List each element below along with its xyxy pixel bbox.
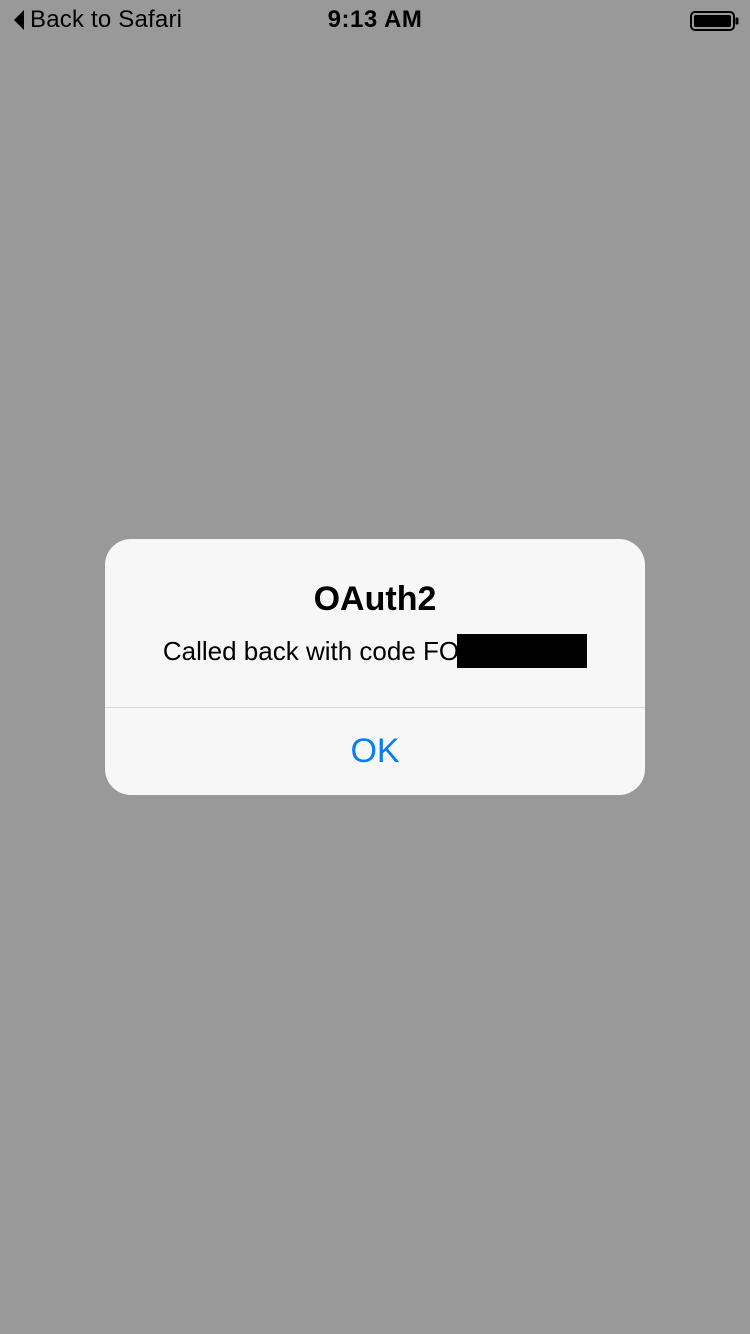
alert-title: OAuth2	[313, 580, 437, 618]
battery-icon	[690, 11, 740, 31]
status-time: 9:13 AM	[327, 6, 423, 33]
alert-message-row: Called back with code FO	[105, 633, 645, 669]
alert-dialog: OAuth2 Called back with code FO OK	[105, 539, 645, 795]
ok-button[interactable]: OK	[105, 708, 645, 795]
alert-content: OAuth2 Called back with code FO	[105, 539, 645, 707]
redaction-block	[457, 634, 588, 668]
status-bar: Back to Safari 9:13 AM	[0, 0, 750, 40]
alert-message: Called back with code FO	[162, 636, 460, 666]
